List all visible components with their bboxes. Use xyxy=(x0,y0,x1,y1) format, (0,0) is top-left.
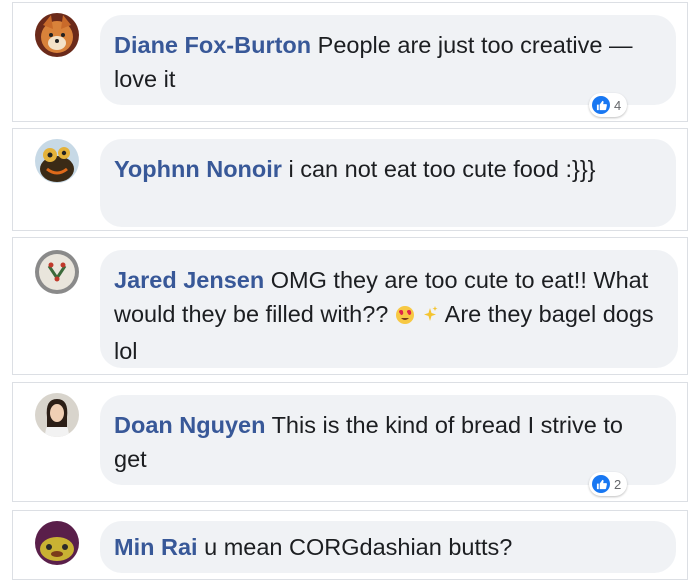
like-icon xyxy=(592,96,610,114)
commenter-name[interactable]: Doan Nguyen xyxy=(114,412,265,438)
commenter-name[interactable]: Yophnn Nonoir xyxy=(114,156,282,182)
comment-bubble: Min Rai u mean CORGdashian butts? xyxy=(100,521,676,573)
commenter-name[interactable]: Diane Fox-Burton xyxy=(114,32,311,58)
avatar[interactable] xyxy=(35,13,79,57)
comment-bubble: Jared Jensen OMG they are too cute to ea… xyxy=(100,250,678,368)
comment-text: u mean CORGdashian butts? xyxy=(204,534,513,560)
comment-bubble: Doan Nguyen This is the kind of bread I … xyxy=(100,395,676,485)
comment-bubble: Diane Fox-Burton People are just too cre… xyxy=(100,15,676,105)
reaction-badge[interactable]: 4 xyxy=(589,93,628,117)
commenter-name[interactable]: Min Rai xyxy=(114,534,198,560)
like-icon xyxy=(592,475,610,493)
sparkles-emoji xyxy=(421,300,439,334)
commenter-name[interactable]: Jared Jensen xyxy=(114,267,264,293)
reaction-count: 4 xyxy=(614,97,622,113)
heart-eyes-emoji xyxy=(395,300,415,334)
reaction-count: 2 xyxy=(614,476,622,492)
comment-card: Diane Fox-Burton People are just too cre… xyxy=(12,2,688,122)
avatar[interactable] xyxy=(35,393,79,437)
comment-card: Min Rai u mean CORGdashian butts? xyxy=(12,510,688,580)
comment-card: Doan Nguyen This is the kind of bread I … xyxy=(12,382,688,502)
avatar[interactable] xyxy=(35,521,79,565)
comment-card: Yophnn Nonoir i can not eat too cute foo… xyxy=(12,128,688,231)
avatar[interactable] xyxy=(35,250,79,294)
comment-text: i can not eat too cute food :}}} xyxy=(288,156,596,182)
comment-bubble: Yophnn Nonoir i can not eat too cute foo… xyxy=(100,139,676,227)
reaction-badge[interactable]: 2 xyxy=(589,472,628,496)
avatar[interactable] xyxy=(35,139,79,183)
comment-card: Jared Jensen OMG they are too cute to ea… xyxy=(12,237,688,375)
